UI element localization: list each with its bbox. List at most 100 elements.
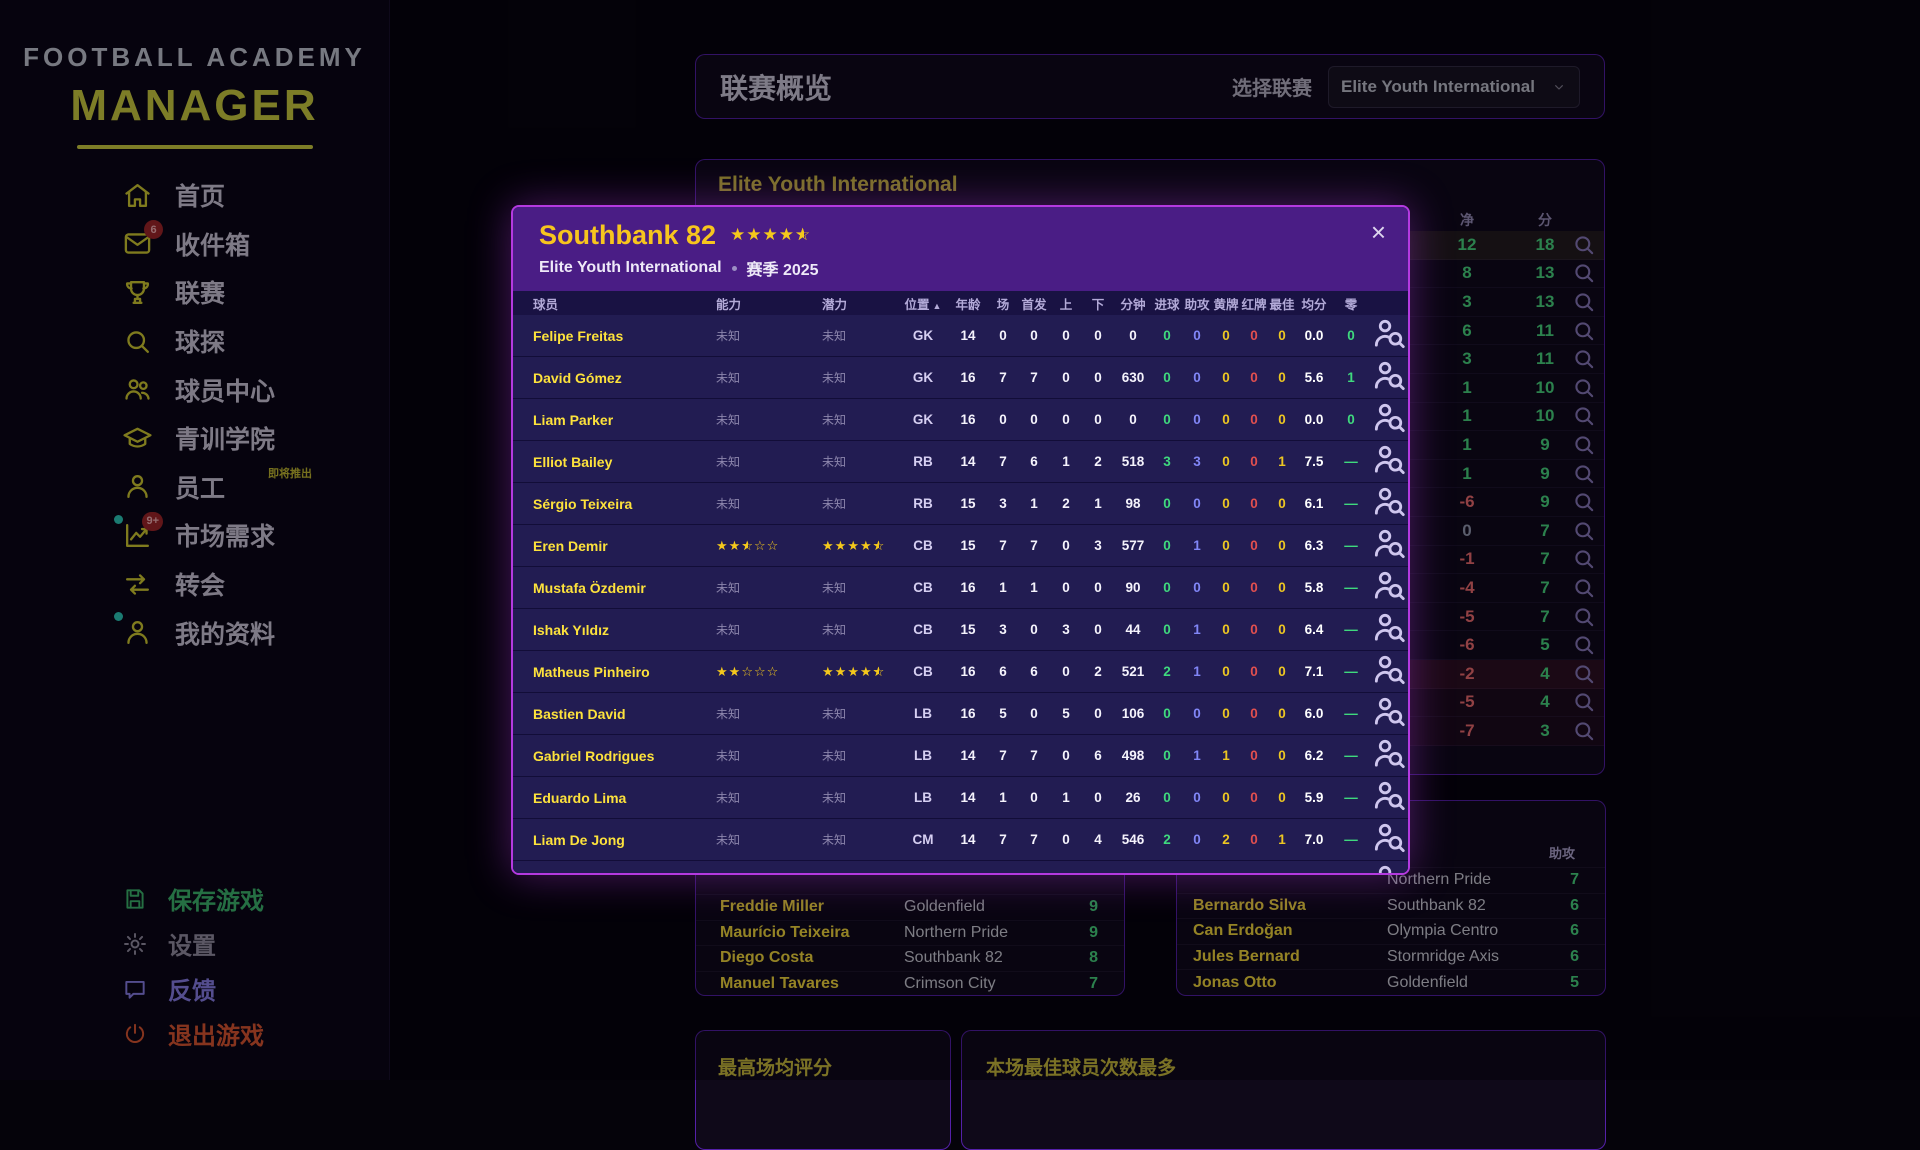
player-yellow-cards: 0: [1212, 567, 1240, 609]
player-minutes: 98: [1114, 483, 1152, 525]
player-row: Sérgio Teixeira 未知 未知 RB 15 3 1 2 1 98 0…: [513, 483, 1408, 525]
col-yellow-cards[interactable]: 黄牌: [1212, 291, 1240, 315]
player-assists: 0: [1182, 483, 1212, 525]
scout-report-icon[interactable]: [1370, 735, 1408, 773]
player-motm: 0: [1268, 735, 1296, 777]
scout-report-icon[interactable]: [1370, 399, 1408, 437]
player-avg-rating: 7.1: [1296, 651, 1332, 693]
player-starts: 0: [1018, 693, 1050, 735]
player-ability: 未知: [698, 567, 804, 609]
player-potential: ★★★★☆★: [804, 651, 898, 693]
player-avg-rating: 6.0: [1296, 693, 1332, 735]
player-potential: 未知: [804, 693, 898, 735]
player-sub-off: 4: [1082, 819, 1114, 861]
scout-report-icon[interactable]: [1370, 357, 1408, 395]
player-apps: 5: [988, 693, 1018, 735]
player-row: Elliot Bailey 未知 未知 RB 14 7 6 1 2 518 3 …: [513, 441, 1408, 483]
player-yellow-cards: 1: [1212, 735, 1240, 777]
player-motm: 0: [1268, 525, 1296, 567]
scout-report-icon[interactable]: [1370, 819, 1408, 857]
scout-report-icon[interactable]: [1370, 441, 1408, 479]
col-ability[interactable]: 能力: [698, 291, 804, 315]
player-avg-rating: 7.5: [1296, 441, 1332, 483]
player-assists: 0: [1182, 399, 1212, 441]
player-minutes: 546: [1114, 819, 1152, 861]
player-avg-rating: 7.0: [1296, 819, 1332, 861]
player-position: RB: [898, 441, 948, 483]
player-minutes: 521: [1114, 651, 1152, 693]
player-goals: 0: [1152, 693, 1182, 735]
player-age: 14: [948, 441, 988, 483]
player-row: Liam Parker 未知 未知 GK 16 0 0 0 0 0 0 0 0 …: [513, 399, 1408, 441]
scout-report-icon[interactable]: [1370, 861, 1408, 875]
player-age: 15: [948, 483, 988, 525]
scout-report-icon[interactable]: [1370, 609, 1408, 647]
player-name: Liam De Jong: [513, 819, 698, 861]
col-avg-rating[interactable]: 均分: [1296, 291, 1332, 315]
col-goals[interactable]: 进球: [1152, 291, 1182, 315]
col-red-cards[interactable]: 红牌: [1240, 291, 1268, 315]
player-yellow-cards: 0: [1212, 483, 1240, 525]
player-potential: 未知: [804, 441, 898, 483]
player-yellow-cards: 0: [1212, 777, 1240, 819]
player-red-cards: 0: [1240, 861, 1268, 876]
col-starts[interactable]: 首发: [1018, 291, 1050, 315]
player-sub-off: 0: [1082, 777, 1114, 819]
scout-report-icon[interactable]: [1370, 777, 1408, 815]
player-avg-rating: 5.6: [1296, 357, 1332, 399]
col-motm[interactable]: 最佳: [1268, 291, 1296, 315]
player-clean-sheets: —: [1332, 819, 1370, 861]
col-age[interactable]: 年龄: [948, 291, 988, 315]
player-yellow-cards: 0: [1212, 441, 1240, 483]
col-sub-off[interactable]: 下: [1082, 291, 1114, 315]
scout-report-icon[interactable]: [1370, 651, 1408, 689]
player-sub-on: 0: [1050, 651, 1082, 693]
roster-header-row: 球员 能力 潜力 位置▲ 年龄 场 首发 上 下 分钟 进球 助攻 黄牌 红牌 …: [513, 291, 1408, 315]
player-sub-off: 0: [1082, 861, 1114, 876]
player-minutes: 630: [1114, 357, 1152, 399]
player-name: Sérgio Teixeira: [513, 483, 698, 525]
player-minutes: 105: [1114, 861, 1152, 876]
player-apps: 5: [988, 861, 1018, 876]
player-yellow-cards: 0: [1212, 693, 1240, 735]
player-clean-sheets: —: [1332, 441, 1370, 483]
col-clean-sheets[interactable]: 零: [1332, 291, 1370, 315]
player-age: 16: [948, 651, 988, 693]
col-minutes[interactable]: 分钟: [1114, 291, 1152, 315]
scout-report-icon[interactable]: [1370, 315, 1408, 353]
player-minutes: 0: [1114, 315, 1152, 357]
player-minutes: 0: [1114, 399, 1152, 441]
col-apps[interactable]: 场: [988, 291, 1018, 315]
player-age: 16: [948, 693, 988, 735]
scout-report-icon[interactable]: [1370, 567, 1408, 605]
player-name: Bastien David: [513, 693, 698, 735]
player-motm: 1: [1268, 819, 1296, 861]
player-position: CB: [898, 567, 948, 609]
player-position: CB: [898, 609, 948, 651]
col-assists[interactable]: 助攻: [1182, 291, 1212, 315]
player-goals: 0: [1152, 399, 1182, 441]
col-actions: [1370, 291, 1408, 315]
scout-report-icon[interactable]: [1370, 483, 1408, 521]
player-goals: 2: [1152, 651, 1182, 693]
col-position[interactable]: 位置▲: [898, 291, 948, 315]
player-ability: 未知: [698, 609, 804, 651]
player-red-cards: 0: [1240, 525, 1268, 567]
scout-report-icon[interactable]: [1370, 525, 1408, 563]
player-starts: 0: [1018, 315, 1050, 357]
player-goals: 2: [1152, 819, 1182, 861]
player-position: GK: [898, 315, 948, 357]
col-sub-on[interactable]: 上: [1050, 291, 1082, 315]
team-star-rating: ★★★★☆★: [730, 226, 811, 245]
player-potential: ★★★★☆★: [804, 525, 898, 567]
player-goals: 3: [1152, 441, 1182, 483]
col-potential[interactable]: 潜力: [804, 291, 898, 315]
scout-report-icon[interactable]: [1370, 693, 1408, 731]
player-name: Felipe Freitas: [513, 315, 698, 357]
player-sub-on: 3: [1050, 609, 1082, 651]
player-apps: 6: [988, 651, 1018, 693]
player-ability: 未知: [698, 777, 804, 819]
col-player[interactable]: 球员: [513, 291, 698, 315]
close-icon[interactable]: ×: [1371, 219, 1386, 245]
player-starts: 7: [1018, 819, 1050, 861]
